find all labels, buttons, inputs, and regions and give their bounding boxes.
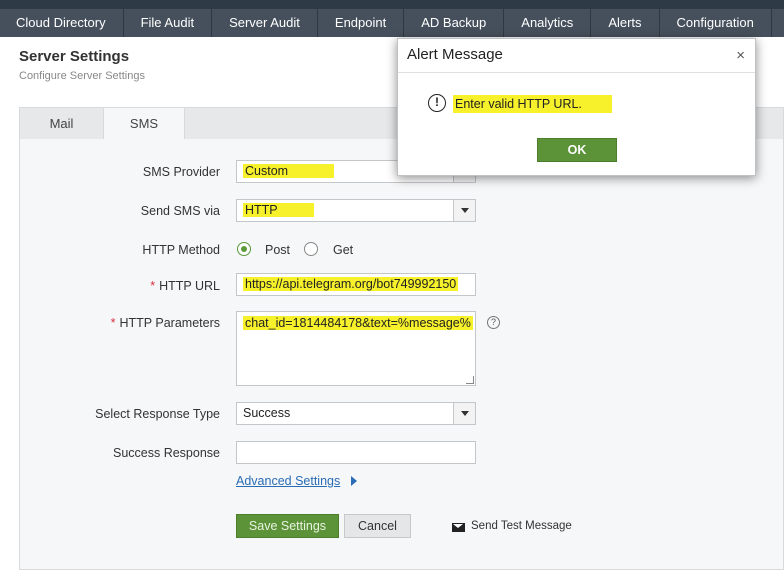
required-marker: * xyxy=(110,316,116,330)
advanced-settings-link[interactable]: Advanced Settings xyxy=(236,474,340,488)
save-settings-button[interactable]: Save Settings xyxy=(236,514,339,538)
http-params-value: chat_id=1814484178&text=%message% xyxy=(243,316,473,330)
success-response-label: Success Response xyxy=(112,446,220,460)
send-via-select[interactable]: HTTP xyxy=(236,199,476,222)
http-url-label-text: HTTP URL xyxy=(159,279,220,293)
close-icon[interactable]: × xyxy=(736,47,745,64)
tab-sms[interactable]: SMS xyxy=(103,108,185,141)
method-post-radio[interactable] xyxy=(237,242,251,256)
nav-alerts[interactable]: Alerts xyxy=(591,9,660,37)
dialog-message: Enter valid HTTP URL. xyxy=(453,95,612,113)
http-params-label-text: HTTP Parameters xyxy=(119,316,221,330)
http-url-value: https://api.telegram.org/bot749992150 xyxy=(243,277,459,291)
http-url-input[interactable]: https://api.telegram.org/bot749992150 xyxy=(236,273,476,296)
send-via-label: Send SMS via xyxy=(140,204,220,218)
http-params-textarea[interactable]: chat_id=1814484178&text=%message% xyxy=(236,311,476,386)
method-get-label: Get xyxy=(333,243,354,257)
chevron-right-icon[interactable] xyxy=(351,476,357,486)
response-type-label: Select Response Type xyxy=(95,407,220,421)
success-response-input[interactable] xyxy=(236,441,476,464)
nav-cloud-directory[interactable]: Cloud Directory xyxy=(0,9,124,37)
http-url-label: * HTTP URL xyxy=(150,279,220,293)
nav-configuration[interactable]: Configuration xyxy=(660,9,772,37)
top-strip xyxy=(0,0,784,9)
nav-endpoint[interactable]: Endpoint xyxy=(318,9,405,37)
sms-provider-value: Custom xyxy=(243,164,335,178)
nav-server-audit[interactable]: Server Audit xyxy=(212,9,318,37)
dropdown-arrow-icon[interactable] xyxy=(453,403,475,424)
alert-dialog: Alert Message × ! Enter valid HTTP URL. … xyxy=(397,38,756,176)
dialog-title: Alert Message xyxy=(407,46,503,63)
main-nav: Cloud Directory File Audit Server Audit … xyxy=(0,9,784,37)
dropdown-arrow-icon[interactable] xyxy=(453,200,475,221)
method-get-radio[interactable] xyxy=(304,242,318,256)
send-via-value: HTTP xyxy=(243,203,314,217)
dialog-header: Alert Message × xyxy=(398,39,755,73)
ok-button[interactable]: OK xyxy=(537,138,617,162)
response-type-value: Success xyxy=(243,406,291,420)
method-post-label: Post xyxy=(265,243,291,257)
nav-analytics[interactable]: Analytics xyxy=(504,9,592,37)
page-title: Server Settings xyxy=(19,48,130,65)
required-marker: * xyxy=(150,279,156,293)
http-params-label: * HTTP Parameters xyxy=(111,316,220,330)
tab-mail[interactable]: Mail xyxy=(20,108,103,140)
send-test-message-link[interactable]: Send Test Message xyxy=(471,520,572,532)
mail-icon xyxy=(452,523,465,532)
resize-handle[interactable] xyxy=(466,376,474,384)
page-subtitle: Configure Server Settings xyxy=(19,70,145,82)
nav-ad-backup[interactable]: AD Backup xyxy=(404,9,505,37)
cancel-button[interactable]: Cancel xyxy=(344,514,411,538)
warning-icon: ! xyxy=(428,94,446,112)
help-icon[interactable]: ? xyxy=(487,316,500,329)
http-method-label: HTTP Method xyxy=(142,243,220,257)
nav-file-audit[interactable]: File Audit xyxy=(124,9,213,37)
sms-provider-label: SMS Provider xyxy=(142,165,220,179)
response-type-select[interactable]: Success xyxy=(236,402,476,425)
